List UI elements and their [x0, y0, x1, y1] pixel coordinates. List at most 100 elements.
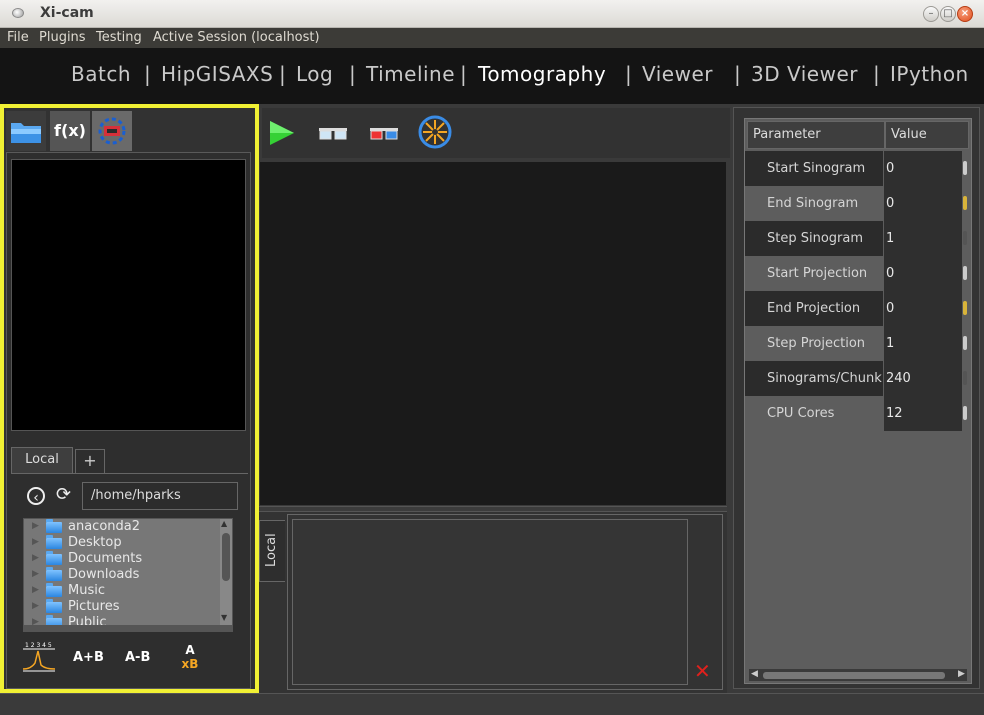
param-value[interactable]: 1	[884, 221, 962, 256]
plugin-separator: |	[734, 62, 741, 86]
a-minus-b-button[interactable]: A-B	[125, 650, 150, 665]
table-row: End Sinogram 0	[745, 186, 969, 221]
param-value[interactable]: 12	[884, 396, 962, 431]
a-times-b-top: A	[185, 643, 195, 657]
table-row: CPU Cores 12	[745, 396, 969, 431]
preview-button[interactable]	[316, 118, 350, 148]
list-item[interactable]: ▶ Documents	[24, 551, 218, 567]
scroll-thumb[interactable]	[222, 533, 230, 581]
expand-arrow-icon[interactable]: ▶	[32, 569, 39, 579]
param-value[interactable]: 0	[884, 291, 962, 326]
plugin-tomography[interactable]: Tomography	[478, 62, 606, 86]
param-value[interactable]: 240	[884, 361, 962, 396]
spinbox-handle[interactable]	[963, 161, 967, 175]
scroll-right-icon[interactable]: ▶	[958, 669, 965, 679]
spinbox-handle[interactable]	[963, 371, 967, 385]
job-queue-list[interactable]	[292, 519, 688, 685]
window-title: Xi-cam	[40, 5, 94, 21]
functions-tab[interactable]: f(x)	[50, 111, 90, 151]
plugin-3d-viewer[interactable]: 3D Viewer	[751, 62, 858, 86]
list-item[interactable]: ▶ Downloads	[24, 567, 218, 583]
file-list[interactable]: ▶ anaconda2 ▶ Desktop ▶ Documents ▶ Down…	[23, 518, 233, 626]
center-toolbar	[262, 108, 730, 158]
list-item-label: Documents	[68, 551, 143, 566]
expand-arrow-icon[interactable]: ▶	[32, 585, 39, 595]
clear-icon[interactable]: ✕	[694, 659, 711, 683]
tab-local-bottom[interactable]: Local	[259, 520, 285, 582]
a-times-b-button[interactable]: A xB	[179, 643, 201, 677]
menu-file[interactable]: File	[7, 30, 29, 45]
folder-icon	[46, 535, 62, 549]
parameter-hscrollbar[interactable]: ◀ ▶	[749, 669, 967, 681]
plugin-hipgisaxs[interactable]: HipGISAXS	[161, 62, 273, 86]
scroll-thumb[interactable]	[763, 672, 945, 679]
plugin-ipython[interactable]: IPython	[890, 62, 969, 86]
plugin-separator: |	[625, 62, 632, 86]
param-name: End Sinogram	[745, 186, 883, 221]
expand-arrow-icon[interactable]: ▶	[32, 617, 39, 625]
back-icon[interactable]: ‹	[27, 487, 45, 506]
param-value[interactable]: 0	[884, 186, 962, 221]
expand-arrow-icon[interactable]: ▶	[32, 601, 39, 611]
spinbox-handle[interactable]	[963, 301, 967, 315]
menu-plugins[interactable]: Plugins	[39, 30, 86, 45]
files-tab[interactable]	[6, 111, 46, 151]
folder-icon	[46, 599, 62, 613]
plugin-viewer[interactable]: Viewer	[642, 62, 713, 86]
spectrum-icon: 1 2 3 4 5	[22, 642, 56, 672]
file-list-scrollbar[interactable]: ▲ ▼	[220, 519, 232, 625]
maximize-icon[interactable]: □	[940, 6, 956, 22]
menu-testing[interactable]: Testing	[96, 30, 142, 45]
expand-arrow-icon[interactable]: ▶	[32, 553, 39, 563]
refresh-icon[interactable]: ⟳	[56, 484, 71, 505]
run-icon	[270, 121, 294, 145]
plugin-timeline[interactable]: Timeline	[366, 62, 455, 86]
add-tab-button[interactable]: +	[75, 449, 105, 473]
list-item[interactable]: ▶ Desktop	[24, 535, 218, 551]
scroll-up-icon[interactable]: ▲	[221, 519, 227, 528]
spectrum-tool[interactable]: 1 2 3 4 5	[21, 641, 57, 675]
column-header-parameter[interactable]: Parameter	[747, 121, 885, 149]
spinbox-handle[interactable]	[963, 196, 967, 210]
tab-local-bottom-label: Local	[264, 533, 279, 567]
plugin-log[interactable]: Log	[296, 62, 333, 86]
param-value[interactable]: 0	[884, 151, 962, 186]
path-input[interactable]: /home/hparks	[82, 482, 238, 510]
param-name: CPU Cores	[745, 396, 883, 431]
table-row: Step Sinogram 1	[745, 221, 969, 256]
a-plus-b-button[interactable]: A+B	[73, 650, 104, 665]
param-value[interactable]: 0	[884, 256, 962, 291]
roi-tab[interactable]	[92, 111, 132, 151]
scroll-down-icon[interactable]: ▼	[221, 613, 227, 622]
minimize-icon[interactable]: –	[923, 6, 939, 22]
list-item[interactable]: ▶ Music	[24, 583, 218, 599]
list-item[interactable]: ▶ Public	[24, 615, 218, 625]
file-preview	[11, 159, 246, 431]
spinbox-handle[interactable]	[963, 231, 967, 245]
param-name: Sinograms/Chunk	[745, 361, 883, 396]
list-item[interactable]: ▶ Pictures	[24, 599, 218, 615]
3d-glasses-icon	[370, 128, 398, 140]
expand-arrow-icon[interactable]: ▶	[32, 521, 39, 531]
plugin-batch[interactable]: Batch	[71, 62, 131, 86]
bottom-panel: Local ✕	[259, 512, 727, 693]
spinbox-handle[interactable]	[963, 266, 967, 280]
list-item[interactable]: ▶ anaconda2	[24, 519, 218, 535]
spinbox-handle[interactable]	[963, 336, 967, 350]
folder-icon	[46, 567, 62, 581]
tab-local[interactable]: Local	[11, 447, 73, 473]
run-button[interactable]	[264, 118, 298, 148]
spinbox-handle[interactable]	[963, 406, 967, 420]
param-value[interactable]: 1	[884, 326, 962, 361]
column-header-value[interactable]: Value	[885, 121, 969, 149]
scroll-left-icon[interactable]: ◀	[751, 669, 758, 679]
file-list-hscrollbar[interactable]	[23, 626, 233, 632]
target-icon	[98, 117, 126, 145]
image-viewport[interactable]	[259, 161, 727, 506]
menu-active-session[interactable]: Active Session (localhost)	[153, 30, 320, 45]
3d-preview-button[interactable]	[367, 118, 401, 148]
center-of-rotation-button[interactable]	[417, 114, 452, 152]
expand-arrow-icon[interactable]: ▶	[32, 537, 39, 547]
close-window-icon[interactable]: ×	[957, 6, 973, 22]
plugin-separator: |	[144, 62, 151, 86]
